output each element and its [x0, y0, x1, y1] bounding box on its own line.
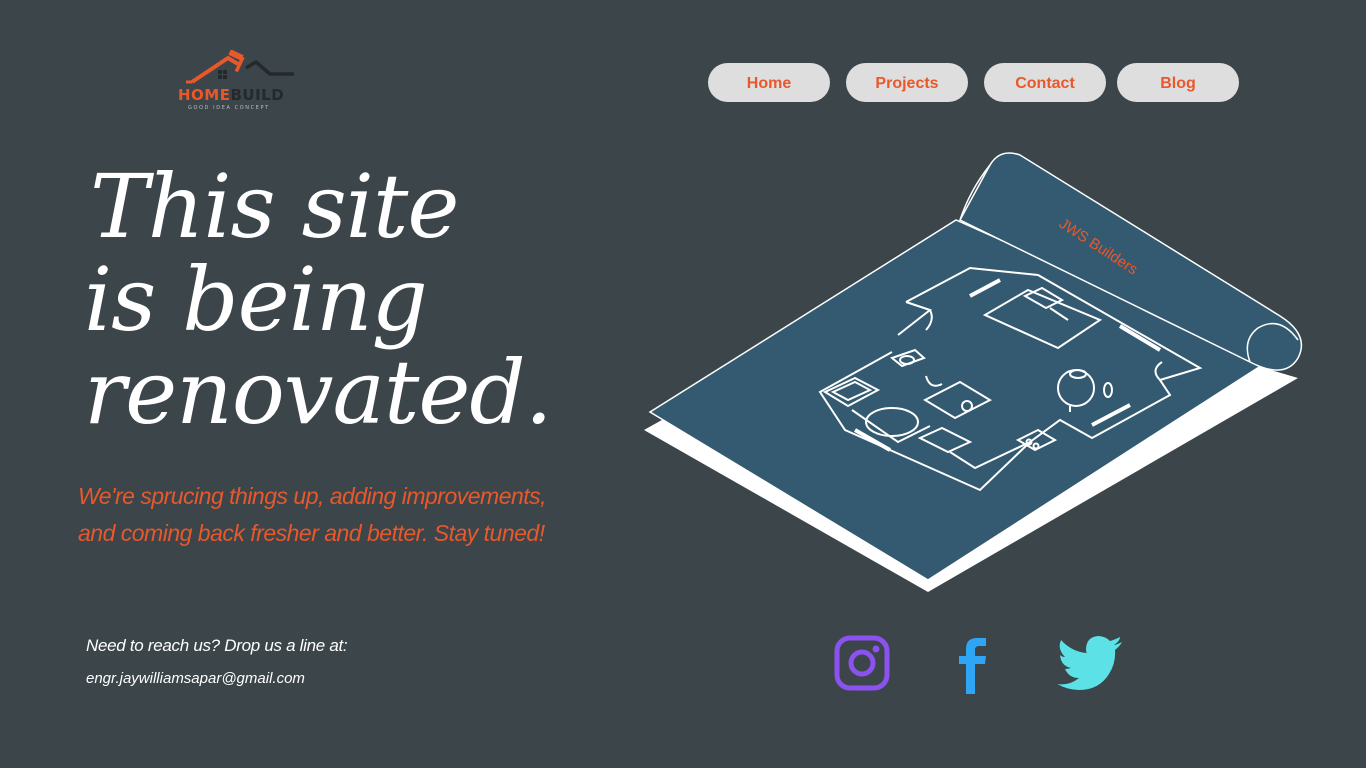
headline-line-2: is being: [84, 248, 428, 351]
subtext-line-1: We're sprucing things up, adding improve…: [78, 483, 547, 509]
nav-blog-button[interactable]: Blog: [1117, 63, 1239, 102]
contact-prompt: Need to reach us? Drop us a line at:: [86, 636, 348, 655]
house-roof-hammer-icon: [186, 50, 294, 84]
logo-tagline: GOOD IDEA CONCEPT: [188, 105, 270, 111]
headline-line-3: renovated.: [84, 341, 553, 444]
hero-headline: This site is being renovated.: [84, 160, 644, 439]
twitter-icon[interactable]: [1058, 636, 1124, 690]
hero-subtext: We're sprucing things up, adding improve…: [78, 478, 638, 552]
logo-word-build: BUILD: [230, 86, 285, 104]
logo-word-home: HOME: [178, 86, 231, 104]
nav-home-button[interactable]: Home: [708, 63, 830, 102]
subtext-line-2: and coming back fresher and better. Stay…: [78, 520, 545, 546]
logo-wordmark: HOMEBUILD: [178, 88, 284, 103]
nav-projects-button[interactable]: Projects: [846, 63, 968, 102]
headline-line-1: This site: [90, 155, 459, 258]
facebook-icon[interactable]: [957, 636, 989, 694]
instagram-icon[interactable]: [834, 635, 890, 691]
blueprint-illustration: JWS Builders: [644, 152, 1303, 592]
nav-contact-button[interactable]: Contact: [984, 63, 1106, 102]
page: HOMEBUILD GOOD IDEA CONCEPT Home Project…: [0, 0, 1366, 768]
homebuild-logo[interactable]: HOMEBUILD GOOD IDEA CONCEPT: [178, 50, 308, 114]
contact-email-link[interactable]: engr.jaywilliamsapar@gmail.com: [86, 670, 305, 687]
